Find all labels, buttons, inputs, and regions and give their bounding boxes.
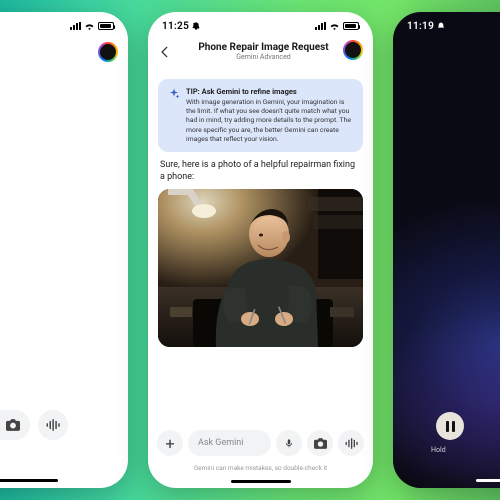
composer-row: + Ask Gemini [157,430,364,456]
generated-image[interactable] [158,189,363,347]
camera-button[interactable] [307,430,333,456]
voice-camera-pill[interactable] [0,410,30,440]
status-time: 11:25 [162,21,200,32]
home-indicator [0,479,58,482]
wifi-icon [329,22,340,30]
status-indicators [315,22,359,30]
home-indicator [476,479,500,482]
status-time-text: 11:25 [162,21,189,32]
prompt-input[interactable]: Ask Gemini [188,430,271,456]
cellular-icon [70,22,81,30]
battery-icon [98,22,114,30]
stamp-line-1: A [0,156,114,175]
status-bar: 11:19 [393,12,500,38]
conversation-subtitle: Gemini Advanced [164,53,363,61]
wifi-icon [84,22,95,30]
status-indicators [70,22,114,30]
disclaimer-text: Gemini can make mistakes, so double-chec… [148,464,373,472]
mic-button[interactable] [276,430,302,456]
phone-frame-center: 11:25 Phone Repair Image Request Gemini … [148,12,373,488]
waveform-button[interactable] [38,410,68,440]
battery-icon [343,22,359,30]
composer-row: + [0,410,118,440]
hold-label: Hold [431,446,446,454]
stamp-line-2: M [0,175,114,194]
phone-frame-right: 11:19 Hold [393,12,500,488]
status-bar: 11:25 [148,12,373,38]
waveform-button[interactable] [338,430,364,456]
mic-icon [284,437,294,450]
add-button[interactable]: + [157,430,183,456]
status-time: 11:19 [407,21,445,32]
tip-title: TIP: Ask Gemini to refine images [186,87,353,96]
conversation-title: Phone Repair Image Request [164,42,363,53]
assistant-reply-text: Sure, here is a photo of a helpful repai… [160,160,361,183]
pause-button[interactable] [436,412,464,440]
waveform-icon [46,419,60,431]
waveform-icon [345,438,358,449]
phone-frame-left: A M + [0,12,128,488]
camera-icon [6,419,20,431]
sparkle-icon [168,88,180,100]
tip-callout: TIP: Ask Gemini to refine images With im… [158,79,363,152]
cellular-icon [315,22,326,30]
conversation-header: Phone Repair Image Request Gemini Advanc… [148,38,373,63]
camera-icon [314,438,327,449]
prompt-placeholder: Ask Gemini [198,438,243,448]
status-bar [0,12,128,38]
status-time-text: 11:19 [407,21,434,32]
profile-avatar[interactable] [343,40,363,60]
home-indicator [231,480,291,483]
tip-body: With image generation in Gemini, your im… [186,98,353,144]
decorative-stamp-text: A M [0,156,114,194]
dnd-icon [192,22,200,30]
dnd-icon [437,22,445,30]
